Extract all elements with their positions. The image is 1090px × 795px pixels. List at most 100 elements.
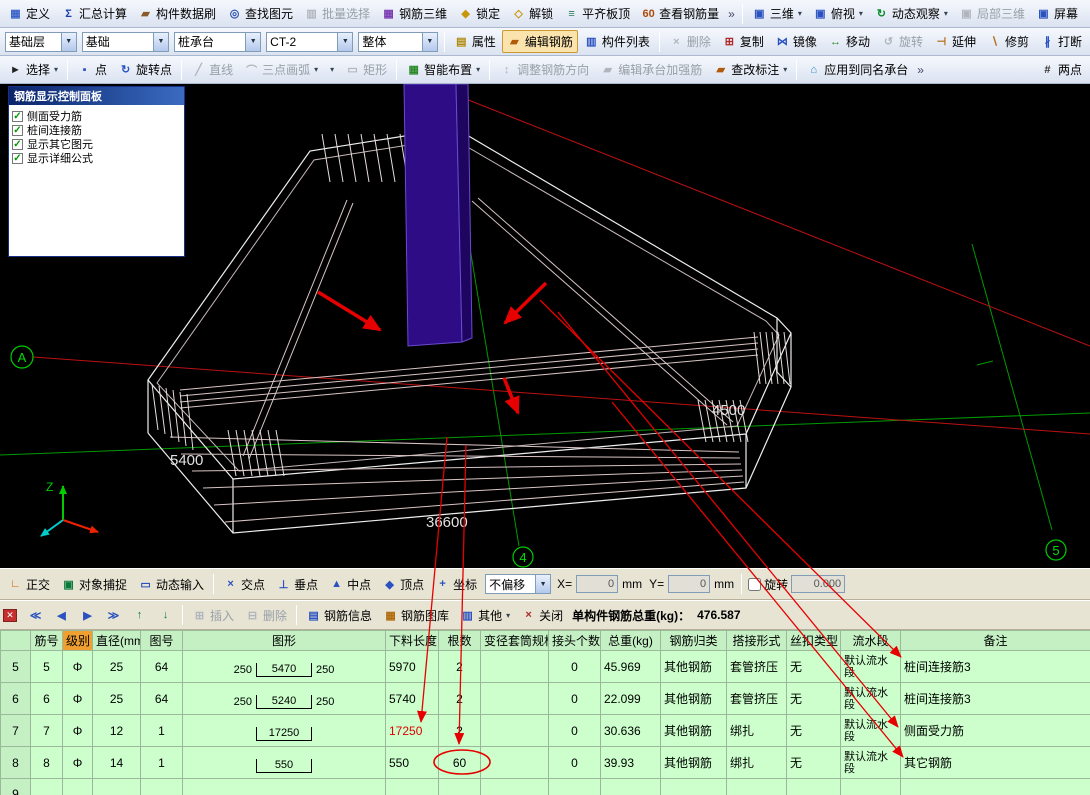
- col-header-1[interactable]: 级别: [63, 631, 93, 651]
- cell-flow[interactable]: 默认流水段: [841, 715, 901, 747]
- break-button[interactable]: ∦打断: [1035, 30, 1087, 53]
- cell-tuhao[interactable]: [141, 779, 183, 795]
- cell-count[interactable]: 2: [439, 651, 481, 683]
- component-data-brush-button[interactable]: ▰构件数据刷: [133, 2, 221, 25]
- category-combo[interactable]: 基础▼: [82, 32, 169, 52]
- dynamic-observe-button[interactable]: ↻动态观察▾: [869, 2, 953, 25]
- scope-combo[interactable]: 整体▼: [358, 32, 437, 52]
- cell-dia[interactable]: 25: [93, 651, 141, 683]
- checkbox-icon[interactable]: ✓: [12, 153, 23, 164]
- object-snap-button[interactable]: ▣对象捕捉: [56, 573, 132, 596]
- rotate-point-button[interactable]: ↻旋转点: [113, 58, 177, 81]
- cell-dia[interactable]: 25: [93, 683, 141, 715]
- two-points-button[interactable]: #两点: [1035, 58, 1087, 81]
- cell-jh[interactable]: 6: [31, 683, 63, 715]
- smart-layout-button[interactable]: ▦智能布置▾: [401, 58, 485, 81]
- properties-button[interactable]: ▤属性: [449, 30, 501, 53]
- row-down-button[interactable]: ↓: [153, 606, 178, 624]
- coordinate-snap-button[interactable]: +坐标: [430, 573, 482, 596]
- select-button[interactable]: ►选择▾: [3, 58, 63, 81]
- cell-category[interactable]: 其他钢筋: [661, 715, 727, 747]
- cell-joints[interactable]: 0: [549, 651, 601, 683]
- cell-flow[interactable]: 默认流水段: [841, 651, 901, 683]
- cell-tuhao[interactable]: 1: [141, 715, 183, 747]
- cell-tuhao[interactable]: 64: [141, 683, 183, 715]
- point-button[interactable]: ▪点: [72, 58, 112, 81]
- panel-checkbox-0[interactable]: ✓侧面受力筋: [12, 109, 181, 123]
- col-header-14[interactable]: 备注: [901, 631, 1090, 651]
- cell-length[interactable]: 5970: [386, 651, 439, 683]
- lock-button[interactable]: ◆锁定: [453, 2, 505, 25]
- cell-count[interactable]: [439, 779, 481, 795]
- offset-mode-combo[interactable]: 不偏移▼: [485, 574, 551, 594]
- mirror-button[interactable]: ⋈镜像: [770, 30, 822, 53]
- col-header-13[interactable]: 流水段: [841, 631, 901, 651]
- cell-sleeve[interactable]: [481, 651, 549, 683]
- col-header-2[interactable]: 直径(mm): [93, 631, 141, 651]
- cell-lap[interactable]: 绑扎: [727, 747, 787, 779]
- copy-button[interactable]: ⊞复制: [717, 30, 769, 53]
- cell-level[interactable]: [63, 779, 93, 795]
- cell-weight[interactable]: 39.93: [601, 747, 661, 779]
- col-header-3[interactable]: 图号: [141, 631, 183, 651]
- col-header-9[interactable]: 总重(kg): [601, 631, 661, 651]
- cell-level[interactable]: Φ: [63, 715, 93, 747]
- vertex-snap-button[interactable]: ◆顶点: [377, 573, 429, 596]
- nav-prev-button[interactable]: ◀: [49, 606, 74, 625]
- rotate-toggle[interactable]: 旋转: [746, 576, 790, 593]
- cell-lap[interactable]: 套管挤压: [727, 651, 787, 683]
- cell-jh[interactable]: 5: [31, 651, 63, 683]
- layer-combo[interactable]: 基础层▼: [5, 32, 77, 52]
- nav-first-button[interactable]: ≪: [23, 606, 48, 625]
- modify-annotation-button[interactable]: ▰查改标注▾: [708, 58, 792, 81]
- cell-shape[interactable]: 17250: [183, 715, 386, 747]
- nav-last-button[interactable]: ≫: [101, 606, 126, 625]
- viewport-3d[interactable]: A 4 5 5400 4500 36600 Z 钢筋显示控制面板 ✓侧面受力筋✓…: [0, 84, 1090, 568]
- cell-jh[interactable]: 8: [31, 747, 63, 779]
- cell-weight[interactable]: [601, 779, 661, 795]
- cell-sleeve[interactable]: [481, 715, 549, 747]
- panel-title[interactable]: 钢筋显示控制面板: [9, 87, 184, 105]
- component-list-button[interactable]: ▥构件列表: [579, 30, 655, 53]
- cell-count[interactable]: 2: [439, 683, 481, 715]
- cell-dia[interactable]: 12: [93, 715, 141, 747]
- cell-thread[interactable]: [787, 779, 841, 795]
- cell-dia[interactable]: [93, 779, 141, 795]
- cell-length[interactable]: 550: [386, 747, 439, 779]
- cell-flow[interactable]: 默认流水段: [841, 683, 901, 715]
- grid-close-box[interactable]: ✕: [3, 609, 17, 622]
- perpendicular-snap-button[interactable]: ⊥垂点: [271, 573, 323, 596]
- panel-checkbox-1[interactable]: ✓桩间连接筋: [12, 123, 181, 137]
- cell-weight[interactable]: 45.969: [601, 651, 661, 683]
- rebar-3d-button[interactable]: ▦钢筋三维: [376, 2, 452, 25]
- cell-thread[interactable]: 无: [787, 715, 841, 747]
- dynamic-input-button[interactable]: ▭动态输入: [133, 573, 209, 596]
- close-grid-button[interactable]: ×关闭: [516, 604, 568, 627]
- cell-count[interactable]: 60: [439, 747, 481, 779]
- cell-note[interactable]: 侧面受力筋: [901, 715, 1090, 747]
- x-input[interactable]: [576, 575, 618, 593]
- cell-sleeve[interactable]: [481, 683, 549, 715]
- panel-checkbox-3[interactable]: ✓显示详细公式: [12, 151, 181, 165]
- cell-weight[interactable]: 22.099: [601, 683, 661, 715]
- cell-length[interactable]: 5740: [386, 683, 439, 715]
- cell-note[interactable]: 桩间连接筋3: [901, 651, 1090, 683]
- cell-joints[interactable]: 0: [549, 683, 601, 715]
- checkbox-icon[interactable]: ✓: [12, 111, 23, 122]
- cell-note[interactable]: [901, 779, 1090, 795]
- cell-shape[interactable]: 2505470250: [183, 651, 386, 683]
- cell-jh[interactable]: 7: [31, 715, 63, 747]
- cell-category[interactable]: 其他钢筋: [661, 683, 727, 715]
- rotate-angle-input[interactable]: [791, 575, 845, 593]
- cell-sleeve[interactable]: [481, 779, 549, 795]
- midpoint-snap-button[interactable]: ▲中点: [324, 573, 376, 596]
- cell-category[interactable]: [661, 779, 727, 795]
- col-header-11[interactable]: 搭接形式: [727, 631, 787, 651]
- cell-joints[interactable]: 0: [549, 747, 601, 779]
- cell-joints[interactable]: [549, 779, 601, 795]
- align-slab-top-button[interactable]: ≡平齐板顶: [559, 2, 635, 25]
- cell-note[interactable]: 其它钢筋: [901, 747, 1090, 779]
- cell-joints[interactable]: 0: [549, 715, 601, 747]
- row-selector[interactable]: 8: [1, 747, 31, 779]
- cell-tuhao[interactable]: 1: [141, 747, 183, 779]
